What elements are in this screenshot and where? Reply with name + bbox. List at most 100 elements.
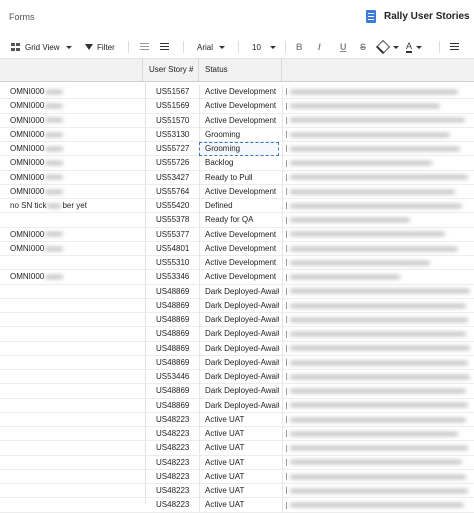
column-header-status[interactable]: Status bbox=[199, 59, 282, 81]
name-cell[interactable] bbox=[282, 427, 474, 441]
ticket-cell[interactable] bbox=[0, 356, 143, 370]
ticket-cell[interactable] bbox=[0, 213, 143, 227]
status-cell[interactable]: Ready for QA bbox=[199, 213, 279, 228]
ticket-cell[interactable]: OMNI000 bbox=[0, 228, 143, 242]
user-story-cell[interactable]: US51567 bbox=[146, 85, 198, 99]
table-row[interactable]: US53446 Dark Deployed-Await bbox=[0, 370, 474, 385]
indent-button[interactable] bbox=[160, 36, 169, 58]
user-story-cell[interactable]: US55310 bbox=[146, 256, 198, 270]
filter-button[interactable]: Filter bbox=[85, 36, 115, 58]
user-story-cell[interactable]: US48223 bbox=[146, 427, 198, 441]
table-row[interactable]: US48869 Dark Deployed-Await bbox=[0, 313, 474, 328]
table-row[interactable]: US48223 Active UAT bbox=[0, 498, 474, 513]
status-cell[interactable]: Dark Deployed-Await bbox=[199, 313, 279, 327]
status-cell[interactable]: Active UAT bbox=[199, 441, 279, 456]
table-row[interactable]: OMNI000 US55764 Active Development bbox=[0, 184, 474, 199]
name-cell[interactable] bbox=[282, 441, 474, 456]
table-row[interactable]: US48223 Active UAT bbox=[0, 484, 474, 499]
table-row[interactable]: OMNI000 US55377 Active Development bbox=[0, 227, 474, 242]
ticket-cell[interactable]: no SN tick ber yet bbox=[0, 199, 143, 213]
ticket-cell[interactable] bbox=[0, 413, 143, 427]
ticket-cell[interactable] bbox=[0, 470, 143, 484]
status-cell[interactable]: Active UAT bbox=[199, 484, 279, 498]
name-cell[interactable] bbox=[282, 341, 474, 356]
ticket-cell[interactable] bbox=[0, 285, 143, 299]
table-row[interactable]: US48223 Active UAT bbox=[0, 412, 474, 427]
status-cell[interactable]: Active UAT bbox=[199, 412, 279, 427]
italic-button[interactable]: I bbox=[318, 36, 321, 58]
table-row[interactable]: US48869 Dark Deployed-Await bbox=[0, 398, 474, 413]
table-row[interactable]: US55310 Active Development bbox=[0, 256, 474, 271]
status-cell[interactable]: Dark Deployed-Await bbox=[199, 370, 279, 384]
name-cell[interactable] bbox=[282, 85, 474, 99]
user-story-cell[interactable]: US54801 bbox=[146, 242, 198, 256]
status-cell[interactable]: Active Development bbox=[199, 270, 279, 285]
status-cell[interactable]: Active Development bbox=[199, 85, 279, 99]
name-cell[interactable] bbox=[282, 241, 474, 256]
table-row[interactable]: US48223 Active UAT bbox=[0, 441, 474, 456]
name-cell[interactable] bbox=[282, 469, 474, 484]
status-cell[interactable]: Grooming bbox=[199, 127, 279, 142]
table-row[interactable]: US48869 Dark Deployed-Await bbox=[0, 341, 474, 356]
user-story-cell[interactable]: US48223 bbox=[146, 441, 198, 455]
user-story-cell[interactable]: US55377 bbox=[146, 228, 198, 242]
status-cell[interactable]: Active UAT bbox=[199, 427, 279, 441]
user-story-cell[interactable]: US55764 bbox=[146, 185, 198, 199]
table-row[interactable]: OMNI000 US55726 Backlog bbox=[0, 156, 474, 171]
table-row[interactable]: US48869 Dark Deployed-Await bbox=[0, 284, 474, 299]
name-cell[interactable] bbox=[282, 142, 474, 156]
name-cell[interactable] bbox=[282, 298, 474, 313]
name-cell[interactable] bbox=[282, 484, 474, 498]
font-size-dropdown[interactable]: 10 bbox=[252, 36, 276, 58]
name-cell[interactable] bbox=[282, 313, 474, 327]
user-story-cell[interactable]: US55420 bbox=[146, 199, 198, 213]
user-story-cell[interactable]: US51569 bbox=[146, 99, 198, 113]
user-story-cell[interactable]: US53446 bbox=[146, 370, 198, 384]
user-story-cell[interactable]: US48223 bbox=[146, 413, 198, 427]
text-color-button[interactable]: A bbox=[406, 36, 423, 58]
name-cell[interactable] bbox=[282, 370, 474, 384]
ticket-cell[interactable]: OMNI000 bbox=[0, 185, 143, 199]
name-cell[interactable] bbox=[282, 412, 474, 427]
underline-button[interactable]: U bbox=[340, 36, 347, 58]
table-row[interactable]: OMNI000 US53427 Ready to Pull bbox=[0, 170, 474, 185]
status-cell[interactable]: Dark Deployed-Await bbox=[199, 355, 279, 370]
user-story-cell[interactable]: US51570 bbox=[146, 114, 198, 128]
status-cell[interactable]: Active Development bbox=[199, 99, 279, 114]
ticket-cell[interactable]: OMNI000 bbox=[0, 85, 143, 99]
ticket-cell[interactable]: OMNI000 bbox=[0, 128, 143, 142]
status-cell[interactable]: Active UAT bbox=[199, 455, 279, 470]
name-cell[interactable] bbox=[282, 199, 474, 213]
ticket-cell[interactable]: OMNI000 bbox=[0, 171, 143, 185]
status-cell[interactable]: Dark Deployed-Await bbox=[199, 327, 279, 342]
ticket-cell[interactable]: OMNI000 bbox=[0, 156, 143, 170]
name-cell[interactable] bbox=[282, 256, 474, 270]
forms-link[interactable]: Forms bbox=[9, 12, 35, 22]
user-story-cell[interactable]: US48869 bbox=[146, 399, 198, 413]
ticket-cell[interactable] bbox=[0, 370, 143, 384]
column-header-ticket[interactable] bbox=[0, 59, 143, 81]
status-cell[interactable]: Active UAT bbox=[199, 469, 279, 484]
font-family-dropdown[interactable]: Arial bbox=[197, 36, 226, 58]
ticket-cell[interactable] bbox=[0, 384, 143, 398]
name-cell[interactable] bbox=[282, 127, 474, 142]
ticket-cell[interactable] bbox=[0, 342, 143, 356]
user-story-cell[interactable]: US48223 bbox=[146, 498, 198, 512]
name-cell[interactable] bbox=[282, 213, 474, 228]
ticket-cell[interactable] bbox=[0, 399, 143, 413]
user-story-cell[interactable]: US53346 bbox=[146, 270, 198, 284]
user-story-cell[interactable]: US48223 bbox=[146, 456, 198, 470]
ticket-cell[interactable] bbox=[0, 484, 143, 498]
name-cell[interactable] bbox=[282, 455, 474, 470]
strikethrough-button[interactable]: S bbox=[360, 36, 366, 58]
name-cell[interactable] bbox=[282, 156, 474, 171]
user-story-cell[interactable]: US48223 bbox=[146, 484, 198, 498]
table-row[interactable]: US48223 Active UAT bbox=[0, 427, 474, 442]
status-cell[interactable]: Grooming bbox=[199, 142, 279, 156]
name-cell[interactable] bbox=[282, 170, 474, 185]
table-row[interactable]: US55378 Ready for QA bbox=[0, 213, 474, 228]
ticket-cell[interactable]: OMNI000 bbox=[0, 99, 143, 113]
user-story-cell[interactable]: US48869 bbox=[146, 313, 198, 327]
status-cell[interactable]: Dark Deployed-Await bbox=[199, 384, 279, 399]
table-row[interactable]: US48869 Dark Deployed-Await bbox=[0, 384, 474, 399]
